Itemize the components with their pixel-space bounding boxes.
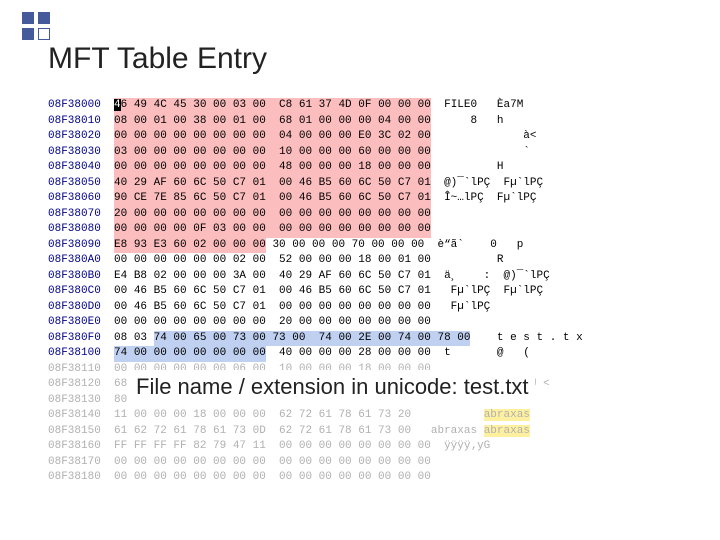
hex-row: 08F38080 00 00 00 00 0F 03 00 00 00 00 0…	[48, 222, 583, 238]
hex-row: 08F38170 00 00 00 00 00 00 00 00 00 00 0…	[48, 455, 583, 471]
hex-row: 08F38180 00 00 00 00 00 00 00 00 00 00 0…	[48, 470, 583, 486]
hex-row: 08F38090 E8 93 E3 60 02 00 00 00 30 00 0…	[48, 238, 583, 254]
hex-addr: 08F380C0	[48, 285, 101, 297]
hex-row: 08F380F0 08 03 74 00 65 00 73 00 73 00 7…	[48, 331, 583, 347]
hex-row: 08F38030 03 00 00 00 00 00 00 00 10 00 0…	[48, 145, 583, 161]
hex-addr: 08F38140	[48, 409, 101, 421]
hex-ascii: abraxas	[431, 425, 484, 437]
hex-row: 08F380D0 00 46 B5 60 6C 50 C7 01 00 00 0…	[48, 300, 583, 316]
hex-addr: 08F380E0	[48, 316, 101, 328]
hex-row: 08F380C0 00 46 B5 60 6C 50 C7 01 00 46 B…	[48, 284, 583, 300]
hex-addr: 08F380B0	[48, 270, 101, 282]
hex-row: 08F38060 90 CE 7E 85 6C 50 C7 01 00 46 B…	[48, 191, 583, 207]
page-title: MFT Table Entry	[48, 42, 267, 76]
hex-row: 08F38100 74 00 00 00 00 00 00 00 40 00 0…	[48, 346, 583, 362]
hex-ascii: Fµ`lPÇ Fµ`lPÇ	[444, 285, 543, 297]
hex-ascii: ÿÿÿÿ‚yG	[444, 440, 490, 452]
hex-row: 08F38010 08 00 01 00 38 00 01 00 68 01 0…	[48, 114, 583, 130]
hex-row: 08F380B0 E4 B8 02 00 00 00 3A 00 40 29 A…	[48, 269, 583, 285]
hex-addr: 08F38130	[48, 394, 101, 406]
hex-ascii: 8 h	[444, 115, 503, 127]
hex-addr: 08F380A0	[48, 254, 101, 266]
hex-row: 08F380A0 00 00 00 00 00 00 02 00 52 00 0…	[48, 253, 583, 269]
hex-row: 08F380E0 00 00 00 00 00 00 00 00 20 00 0…	[48, 315, 583, 331]
hex-addr: 08F38050	[48, 177, 101, 189]
file-name-caption: File name / extension in unicode: test.t…	[130, 370, 535, 404]
hex-addr: 08F38110	[48, 363, 101, 375]
hex-row: 08F38150 61 62 72 61 78 61 73 0D 62 72 6…	[48, 424, 583, 440]
hex-addr: 08F38020	[48, 130, 101, 142]
hex-addr: 08F38100	[48, 347, 101, 359]
hex-row: 08F38000 46 49 4C 45 30 00 03 00 C8 61 3…	[48, 98, 583, 114]
hexdump: 08F38000 46 49 4C 45 30 00 03 00 C8 61 3…	[48, 98, 583, 486]
hex-addr: 08F38070	[48, 208, 101, 220]
hex-ascii: Î~…lPÇ Fµ`lPÇ	[444, 192, 536, 204]
hex-addr: 08F38060	[48, 192, 101, 204]
hex-ascii: @)¯`lPÇ Fµ`lPÇ	[444, 177, 543, 189]
hex-addr: 08F38080	[48, 223, 101, 235]
hex-ascii: R	[444, 254, 503, 266]
hex-ascii: t @ (	[444, 347, 530, 359]
hex-addr: 08F38150	[48, 425, 101, 437]
hex-addr: 08F38000	[48, 99, 101, 111]
hex-addr: 08F38030	[48, 146, 101, 158]
hex-addr: 08F38160	[48, 440, 101, 452]
hex-ascii: Fµ`lPÇ	[444, 301, 490, 313]
hex-addr: 08F38010	[48, 115, 101, 127]
hex-row: 08F38050 40 29 AF 60 6C 50 C7 01 00 46 B…	[48, 176, 583, 192]
hex-ascii	[431, 409, 484, 421]
hex-ascii: FILE0 Èa7M	[444, 99, 523, 111]
hex-row: 08F38160 FF FF FF FF 82 79 47 11 00 00 0…	[48, 439, 583, 455]
hex-addr: 08F38170	[48, 456, 101, 468]
hex-ascii: t e s t . t x	[484, 332, 583, 344]
hex-addr: 08F380D0	[48, 301, 101, 313]
hex-ascii: ä¸ : @)¯`lPÇ	[444, 270, 550, 282]
hex-addr: 08F380F0	[48, 332, 101, 344]
hex-row: 08F38140 11 00 00 00 18 00 00 00 62 72 6…	[48, 408, 583, 424]
hex-addr: 08F38040	[48, 161, 101, 173]
hex-addr: 08F38090	[48, 239, 101, 251]
hex-row: 08F38020 00 00 00 00 00 00 00 00 04 00 0…	[48, 129, 583, 145]
hex-row: 08F38070 20 00 00 00 00 00 00 00 00 00 0…	[48, 207, 583, 223]
hex-addr: 08F38120	[48, 378, 101, 390]
hex-addr: 08F38180	[48, 471, 101, 483]
hex-ascii: è“ã` 0 p	[437, 239, 523, 251]
hex-ascii: `	[444, 146, 530, 158]
hex-ascii: à<	[444, 130, 536, 142]
hex-ascii: H	[444, 161, 503, 173]
hex-row: 08F38040 00 00 00 00 00 00 00 00 48 00 0…	[48, 160, 583, 176]
